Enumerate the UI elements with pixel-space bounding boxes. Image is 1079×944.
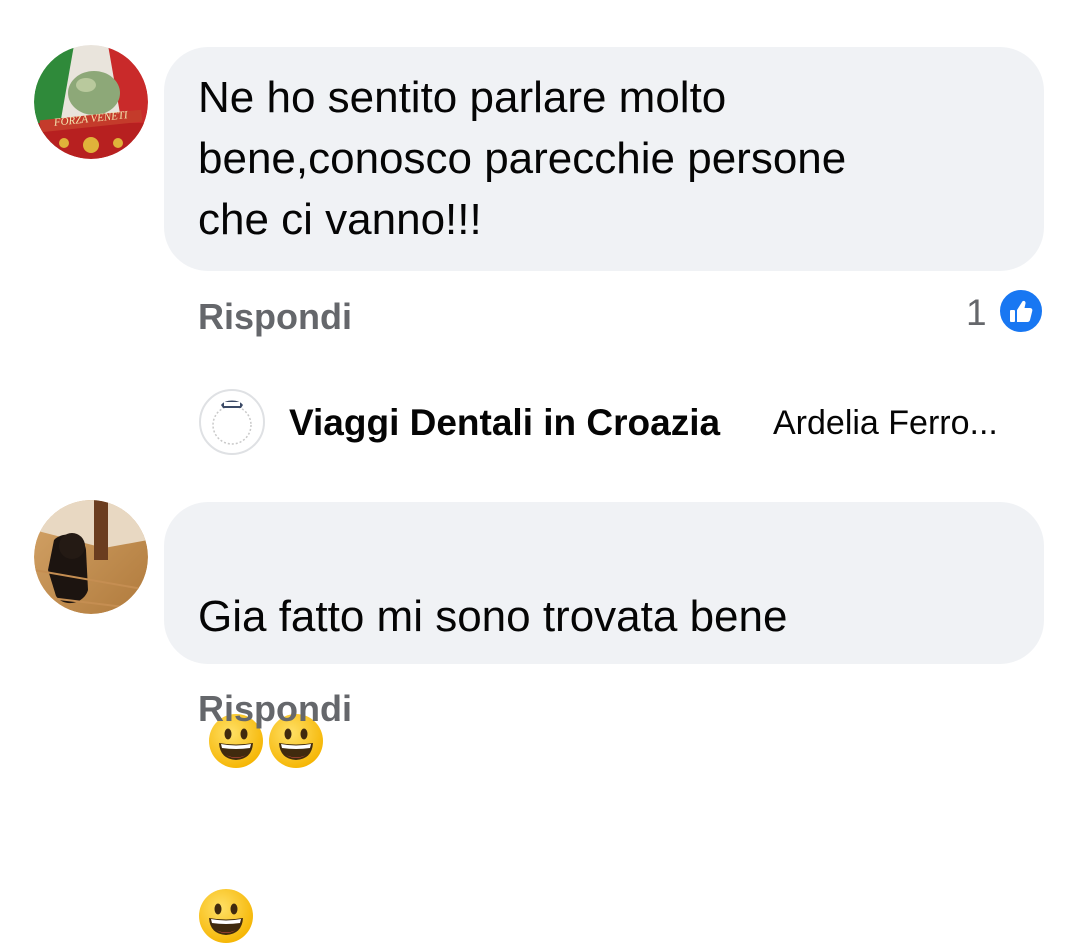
like-thumb-icon[interactable] [997, 287, 1045, 335]
comment-2-reply-button[interactable]: Rispondi [198, 688, 352, 730]
comment-1-text: Ne ho sentito parlare molto bene,conosco… [198, 73, 847, 244]
grinning-face-emoji-icon [198, 822, 254, 944]
comment-1-reply-button[interactable]: Rispondi [198, 296, 352, 338]
comment-1-bubble[interactable]: Ne ho sentito parlare molto bene,conosco… [164, 47, 1044, 271]
reply-thread-avatar[interactable] [199, 389, 265, 455]
reply-thread-snippet[interactable]: Ardelia Ferro... [773, 404, 998, 443]
comment-2-avatar[interactable] [34, 500, 148, 614]
reply-thread-author[interactable]: Viaggi Dentali in Croazia [289, 402, 720, 444]
comment-2-bubble[interactable]: Gia fatto mi sono trovata bene [164, 502, 1044, 944]
page-avatar-icon [212, 400, 252, 445]
comment-2-text-block: Gia fatto mi sono trovata bene [198, 525, 1018, 944]
comment-1-like-count[interactable]: 1 [966, 292, 987, 334]
comment-2-text: Gia fatto mi sono trovata bene [198, 592, 788, 641]
user-avatar-icon: FORZA VENETI [34, 45, 148, 159]
comment-1-avatar[interactable]: FORZA VENETI [34, 45, 148, 159]
user-avatar-icon [34, 500, 148, 614]
